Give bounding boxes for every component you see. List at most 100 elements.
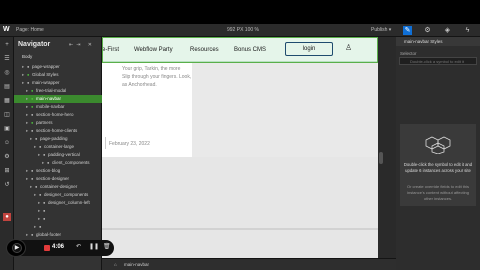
nav-link[interactable]: Webflow Party <box>134 47 173 53</box>
interactions-icon[interactable]: ◈ <box>443 26 452 35</box>
style-panel: main-navbar Styles Selector Double-click… <box>396 37 480 270</box>
apps-icon[interactable]: ⊞ <box>3 167 11 175</box>
nav-link[interactable]: Resources <box>190 47 219 53</box>
nav-link[interactable]: e-First <box>102 47 119 53</box>
navigator-row[interactable]: ▸ ● partners <box>14 119 102 127</box>
navigator-row[interactable]: ▸ ● section-home-clients <box>14 127 102 135</box>
logic-icon[interactable]: ⚙ <box>3 153 11 161</box>
navigator-row[interactable]: ▸ ● container-large <box>14 143 102 151</box>
home-breadcrumb-icon[interactable]: ⌂ <box>114 262 117 267</box>
stop-recording-button[interactable] <box>44 245 50 251</box>
navigator-row[interactable]: ▸ ● designer_components <box>14 191 102 199</box>
card-text-line: as Anchorhead. <box>122 82 157 88</box>
navigator-row[interactable]: ▸ ● section-designer <box>14 175 102 183</box>
navigator-row[interactable]: ▸ ● designer_column-left <box>14 199 102 207</box>
lightning-icon[interactable]: ϟ <box>463 26 472 35</box>
nav-link[interactable]: Bonus CMS <box>234 47 266 53</box>
designer-window: W Page: Home 992 PX 100 % Publish ▾ ✎ ⚙ … <box>0 24 480 270</box>
style-brush-icon[interactable]: ✎ <box>403 26 412 35</box>
symbol-info-box: Double-click the symbol to edit it and u… <box>400 124 476 206</box>
navigator-row[interactable]: ▸● <box>14 215 102 223</box>
navigator-row[interactable]: ▸ ● section-blog <box>14 167 102 175</box>
navigator-row[interactable]: ▸ ● main-navbar <box>14 95 102 103</box>
section-divider <box>102 228 378 230</box>
navigator-row-label: section-home-hero <box>36 112 74 117</box>
user-icon[interactable]: ♙ <box>345 43 352 52</box>
add-icon[interactable]: + <box>3 41 11 49</box>
navigator-row-label: Global Styles <box>32 72 59 77</box>
element-icon: ● <box>39 224 42 229</box>
users-icon[interactable]: ☺ <box>3 139 11 147</box>
navigator-row-label: global-footer <box>36 232 62 237</box>
site-navbar[interactable]: e-First Webflow Party Resources Bonus CM… <box>102 37 378 62</box>
pause-icon[interactable]: ❚❚ <box>89 243 99 250</box>
navigator-row-label: padding-vertical <box>48 152 80 157</box>
canvas-scrollbar[interactable] <box>378 37 396 258</box>
scroll-thumb[interactable] <box>379 152 383 164</box>
navigator-row[interactable]: ▸ ● client_components <box>14 159 102 167</box>
navigator-row-label: designer_column-left <box>48 200 90 205</box>
rewind-icon[interactable]: ↶ <box>76 243 81 250</box>
ecommerce-icon[interactable]: ◫ <box>3 111 11 119</box>
navigator-row-label: partners <box>36 120 53 125</box>
navigator-row-label: page-wrapper <box>32 64 60 69</box>
recording-timer: 4:06 <box>52 244 65 250</box>
navigator-row-label: section-designer <box>36 176 70 181</box>
element-icon: ● <box>43 208 46 213</box>
recording-icon[interactable]: ● <box>3 213 11 221</box>
navigator-row-label: main-navbar <box>36 96 62 101</box>
navigator-row-label: client_components <box>52 160 90 165</box>
blog-card[interactable]: Your grip, Tarkin, the more Slip through… <box>102 63 192 157</box>
style-panel-header: main-navbar Styles <box>396 37 480 46</box>
navigator-row[interactable]: ▸ ● Global Styles <box>14 71 102 79</box>
card-text-line: Slip through your fingers. Look, <box>122 74 192 80</box>
navigator-header-icons[interactable]: ⇤⇥ ✕ <box>69 42 95 48</box>
navigator-row[interactable]: ▸ ● container-designer <box>14 183 102 191</box>
selector-input[interactable]: Double-click a symbol to edit it <box>399 57 477 65</box>
cms-icon[interactable]: ▦ <box>3 97 11 105</box>
navigator-row[interactable]: ▸ ● padding-vertical <box>14 151 102 159</box>
navigator-row-label: page-padding <box>40 136 68 141</box>
selector-label: Selector <box>400 51 417 56</box>
pages-icon[interactable]: ▤ <box>3 83 11 91</box>
card-date: February 23, 2022 <box>109 141 150 147</box>
canvas-size-readout: 992 PX 100 % <box>227 27 259 33</box>
navigator-row[interactable]: ▸ ● page-padding <box>14 135 102 143</box>
canvas-empty-area <box>102 157 378 258</box>
assets-icon[interactable]: ▣ <box>3 125 11 133</box>
breadcrumb-bar: ⌂ main-navbar <box>102 258 396 270</box>
webflow-logo-icon[interactable]: W <box>3 26 10 33</box>
symbols-icon[interactable]: ◎ <box>3 69 11 77</box>
page-selector[interactable]: Page: Home <box>16 27 44 33</box>
navigator-row[interactable]: ▸ ● main-wrapper <box>14 79 102 87</box>
history-icon[interactable]: ↺ <box>3 181 11 189</box>
breadcrumb-item[interactable]: main-navbar <box>124 262 149 267</box>
navigator-row[interactable]: ▸ ● free-trial-modal <box>14 87 102 95</box>
navigator-row-label: container-large <box>44 144 75 149</box>
settings-gear-icon[interactable]: ⚙ <box>423 26 432 35</box>
navigator-row-label: main-wrapper <box>32 80 60 85</box>
navigator-row-label: section-home-clients <box>36 128 78 133</box>
navigator-tree: ▸ ● page-wrapper ▸ ● Global Styles ▸ ● main-wrap… <box>14 63 102 255</box>
login-button[interactable]: login <box>285 42 333 56</box>
camera-icon[interactable]: ▶ <box>12 243 22 253</box>
navigator-row[interactable]: ▸ ● mobile-navbar <box>14 103 102 111</box>
card-text-line: Your grip, Tarkin, the more <box>122 66 181 72</box>
element-icon: ● <box>43 216 46 221</box>
trash-icon[interactable]: 🗑 <box>103 243 111 250</box>
navigator-row[interactable]: ▸ ● page-wrapper <box>14 63 102 71</box>
navigator-row[interactable]: ▸● <box>14 207 102 215</box>
navigator-row-label: free-trial-modal <box>36 88 67 93</box>
design-canvas[interactable]: e-First Webflow Party Resources Bonus CM… <box>102 37 378 258</box>
navigator-icon[interactable]: ☰ <box>3 55 11 63</box>
navigator-body-row[interactable]: Body <box>14 53 102 61</box>
navigator-row[interactable]: ▸● <box>14 223 102 231</box>
publish-button[interactable]: Publish ▾ <box>371 27 391 33</box>
navigator-row[interactable]: ▸ ● global-footer <box>14 231 102 239</box>
navigator-title: Navigator <box>18 41 51 48</box>
navigator-row[interactable]: ▸ ● section-home-hero <box>14 111 102 119</box>
navigator-row-label: container-designer <box>40 184 78 189</box>
screen-recorder-bar: ▶ 4:06 ↶ ❚❚ 🗑 <box>6 239 114 257</box>
navigator-row-label: section-blog <box>36 168 61 173</box>
top-toolbar: W Page: Home 992 PX 100 % Publish ▾ ✎ ⚙ … <box>0 24 480 37</box>
